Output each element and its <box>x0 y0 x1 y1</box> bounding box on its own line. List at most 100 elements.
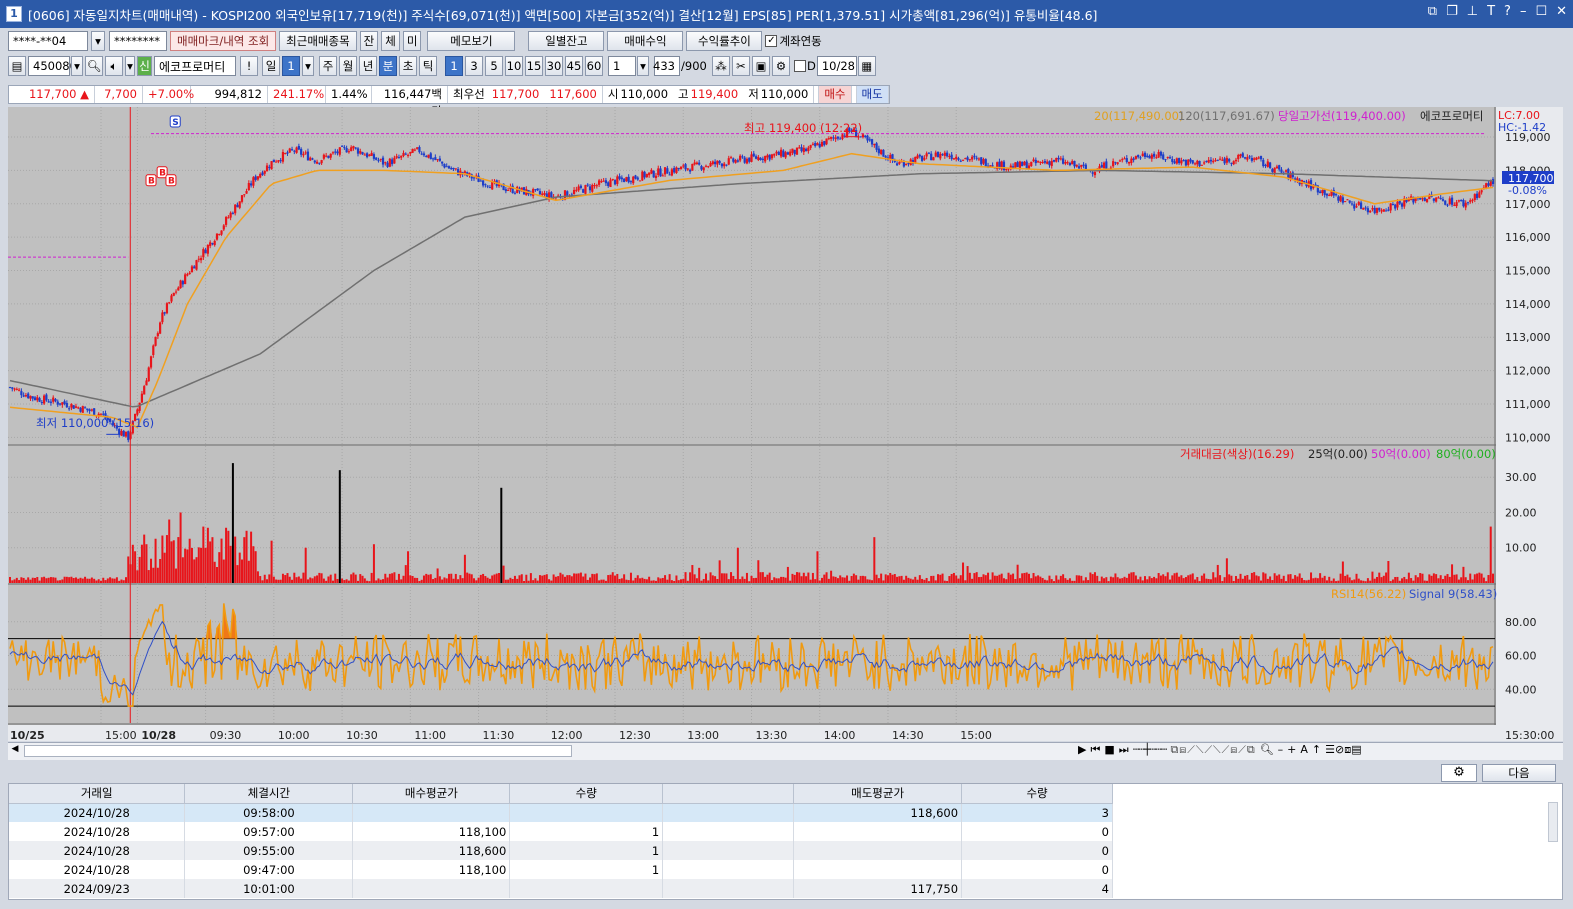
unfilled-button[interactable]: 미 <box>402 31 422 51</box>
sound-dropdown-icon[interactable]: ▾ <box>125 56 135 76</box>
memo-button[interactable]: 메모보기 <box>427 31 516 51</box>
more-tools-icon[interactable]: ☰⊘⧈▤ <box>1325 743 1361 757</box>
period-day-button[interactable]: 일 <box>262 56 280 76</box>
stock-chart[interactable]: 119,000118,000117,000116,000115,000114,0… <box>8 107 1563 741</box>
volume-bar <box>1255 575 1258 583</box>
close-icon[interactable]: ✕ <box>1556 4 1567 19</box>
period-year-button[interactable]: 년 <box>359 56 377 76</box>
candle-body <box>43 395 46 404</box>
col-sell-avg[interactable]: 매도평균가 <box>793 784 963 804</box>
interval-60-button[interactable]: 60 <box>585 56 603 76</box>
interval-5-button[interactable]: 5 <box>485 56 503 76</box>
period-tick-button[interactable]: 틱 <box>419 56 437 76</box>
table-row[interactable]: 2024/10/28 09:47:00 118,100 1 0 <box>9 860 1113 879</box>
scroll-thumb[interactable] <box>24 745 572 757</box>
profit-rate-button[interactable]: 수익률추이 <box>686 31 763 51</box>
table-row[interactable]: 2024/10/28 09:57:00 118,100 1 0 <box>9 822 1113 841</box>
candle-body <box>598 180 601 185</box>
grid-scrollbar[interactable] <box>1548 802 1558 842</box>
volume-bar <box>968 572 971 583</box>
zoom-search-icon[interactable]: 🔍︎ <box>1260 743 1274 757</box>
interval-input[interactable]: 1 <box>608 56 636 76</box>
table-row[interactable]: 2024/10/28 09:55:00 118,600 1 0 <box>9 841 1113 860</box>
chart-type-icon[interactable]: ▤ <box>8 56 26 76</box>
tools-icon[interactable]: ✂ <box>732 56 750 76</box>
interval-dropdown-icon[interactable]: ▾ <box>637 56 649 76</box>
table-row[interactable]: 2024/09/23 10:01:00 117,750 4 <box>9 879 1113 898</box>
indicator-icon[interactable]: ⁂ <box>712 56 730 76</box>
next-button[interactable]: 다음 <box>1482 764 1556 782</box>
daily-balance-button[interactable]: 일별잔고 <box>528 31 605 51</box>
table-row[interactable]: 2024/10/28 09:58:00 118,600 3 <box>9 803 1113 822</box>
count-input[interactable]: 433 <box>653 56 680 76</box>
recent-stocks-button[interactable]: 최근매매종목 <box>279 31 357 51</box>
play-icon[interactable]: ▶ <box>1078 743 1086 757</box>
period-month-button[interactable]: 월 <box>339 56 357 76</box>
date-input[interactable]: 10/28 <box>816 56 857 76</box>
zoom-in-icon[interactable]: + <box>1287 743 1296 757</box>
balance-button[interactable]: 잔 <box>359 31 379 51</box>
col-trade-date[interactable]: 거래일 <box>9 784 186 804</box>
save-icon[interactable]: ▣ <box>752 56 770 76</box>
executed-button[interactable]: 체 <box>381 31 400 51</box>
volume-bar <box>1234 576 1237 583</box>
stock-code-input[interactable]: 450080 <box>28 56 77 76</box>
interval-1-button[interactable]: 1 <box>445 56 463 76</box>
code-dropdown-icon[interactable]: ▾ <box>71 56 83 76</box>
interval-45-button[interactable]: 45 <box>565 56 583 76</box>
draw-tools-icon[interactable]: ⧉⧈⟋⟍⟋⟍⟋⧈⟋⧉ <box>1170 743 1255 757</box>
maximize-icon[interactable]: ☐ <box>1535 4 1547 19</box>
candle-body <box>1139 157 1142 159</box>
zoom-out-icon[interactable]: – <box>1278 743 1284 757</box>
restore-icon[interactable]: ❐ <box>1446 4 1458 19</box>
help-icon[interactable]: ? <box>1504 4 1511 19</box>
interval-10-button[interactable]: 10 <box>505 56 523 76</box>
col-buy-qty[interactable]: 수량 <box>509 784 664 804</box>
candle-body <box>702 167 705 171</box>
scroll-left-icon[interactable]: ◀ <box>8 744 22 758</box>
interval-15-button[interactable]: 15 <box>525 56 543 76</box>
account-input[interactable]: ****-**04 <box>8 31 88 51</box>
buy-button[interactable]: 매수 <box>818 86 852 103</box>
col-exec-time[interactable]: 체결시간 <box>184 784 354 804</box>
interval-3-button[interactable]: 3 <box>465 56 483 76</box>
trade-profit-button[interactable]: 매매수익 <box>607 31 684 51</box>
stop-icon[interactable]: ■ <box>1104 743 1114 757</box>
sell-button[interactable]: 매도 <box>855 86 889 103</box>
password-input[interactable]: ******** <box>109 31 167 51</box>
account-dropdown-icon[interactable]: ▾ <box>91 31 105 51</box>
candle-body <box>1050 160 1053 167</box>
period-dropdown-icon[interactable]: ▾ <box>302 56 314 76</box>
alert-icon[interactable]: ! <box>240 56 258 76</box>
candle-body <box>866 135 869 141</box>
volume-bar <box>598 580 601 583</box>
gear-icon[interactable]: ⚙ <box>772 56 790 76</box>
volume-bar <box>409 575 412 583</box>
link-icon[interactable]: ⧉ <box>1428 4 1437 19</box>
fast-forward-icon[interactable]: ⏭ <box>1119 743 1129 757</box>
font-icon[interactable]: T <box>1487 4 1495 19</box>
candle-body <box>1225 157 1228 163</box>
minimize-icon[interactable]: – <box>1520 4 1527 19</box>
zoom-slider-icon[interactable]: ┄┄┼┄┄┄ <box>1133 743 1168 757</box>
volume-bar <box>1191 573 1194 583</box>
pin-icon[interactable]: ⊥ <box>1467 4 1478 19</box>
period-week-button[interactable]: 주 <box>319 56 337 76</box>
volume-bar <box>543 574 546 583</box>
calendar-icon[interactable]: ▦ <box>857 56 876 76</box>
col-buy-avg[interactable]: 매수평균가 <box>352 784 511 804</box>
account-link-checkbox[interactable]: ✓ 계좌연동 <box>765 33 822 49</box>
period-second-button[interactable]: 초 <box>399 56 417 76</box>
col-sell-qty[interactable]: 수량 <box>961 784 1113 804</box>
mark-query-button[interactable]: 매매마크/내역 조회 <box>170 31 277 51</box>
grid-settings-icon[interactable]: ⚙ <box>1441 764 1477 782</box>
rewind-icon[interactable]: ⏮ <box>1090 743 1100 757</box>
text-tool-icon[interactable]: A <box>1300 743 1308 757</box>
interval-30-button[interactable]: 30 <box>545 56 563 76</box>
d-checkbox[interactable] <box>794 60 806 72</box>
arrow-tool-icon[interactable]: ↑ <box>1312 743 1321 757</box>
sound-icon[interactable]: 🔈︎ <box>105 56 123 76</box>
period-value-input[interactable]: 1 <box>282 56 300 76</box>
period-minute-button[interactable]: 분 <box>379 56 397 76</box>
search-icon[interactable]: 🔍︎ <box>85 56 103 76</box>
